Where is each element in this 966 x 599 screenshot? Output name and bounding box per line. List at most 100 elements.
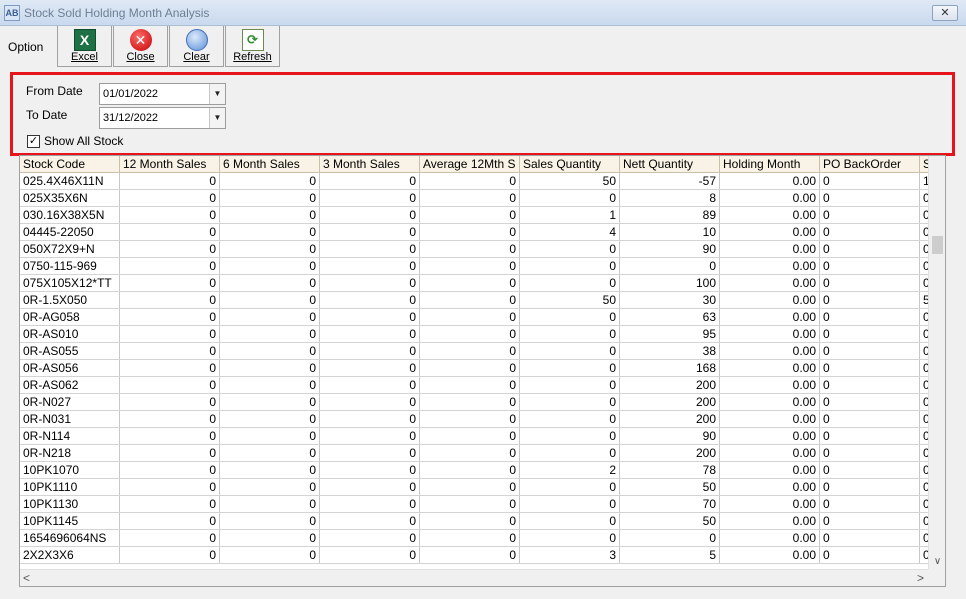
table-cell[interactable]: 0 bbox=[420, 326, 520, 342]
table-cell[interactable]: 0 bbox=[620, 530, 720, 546]
table-cell[interactable]: 100 bbox=[620, 275, 720, 291]
table-cell[interactable]: 0 bbox=[620, 258, 720, 274]
table-row[interactable]: 2X2X3X6 0 0 0 0 3 5 0.00 0 0 bbox=[20, 547, 930, 564]
table-cell[interactable]: 0 bbox=[220, 394, 320, 410]
table-cell[interactable]: 0.00 bbox=[720, 411, 820, 427]
table-cell[interactable]: 0.00 bbox=[720, 394, 820, 410]
table-cell[interactable]: 0 bbox=[520, 479, 620, 495]
table-cell[interactable]: 168 bbox=[620, 360, 720, 376]
table-cell[interactable]: 0 bbox=[320, 513, 420, 529]
table-row[interactable]: 0R-AS010 0 0 0 0 0 95 0.00 0 0 bbox=[20, 326, 930, 343]
table-cell[interactable]: 0 bbox=[120, 173, 220, 189]
table-cell[interactable]: 0R-AS055 bbox=[20, 343, 120, 359]
scroll-down-arrow-icon[interactable]: ∨ bbox=[929, 553, 945, 570]
table-cell[interactable]: 0 bbox=[520, 496, 620, 512]
table-cell[interactable]: 0 bbox=[220, 428, 320, 444]
table-cell[interactable]: 0 bbox=[320, 309, 420, 325]
table-cell[interactable]: 0 bbox=[120, 428, 220, 444]
table-cell[interactable]: 0 bbox=[420, 496, 520, 512]
table-cell[interactable]: 0 bbox=[220, 479, 320, 495]
table-cell[interactable]: 0.00 bbox=[720, 173, 820, 189]
table-cell[interactable]: 0.00 bbox=[720, 377, 820, 393]
table-cell[interactable]: 0 bbox=[320, 190, 420, 206]
table-row[interactable]: 0R-AG058 0 0 0 0 0 63 0.00 0 0 bbox=[20, 309, 930, 326]
table-cell[interactable]: 0 bbox=[820, 428, 920, 444]
column-header[interactable]: 12 Month Sales bbox=[120, 156, 220, 173]
table-cell[interactable]: 0 bbox=[520, 530, 620, 546]
table-cell[interactable]: 04445-22050 bbox=[20, 224, 120, 240]
table-cell[interactable]: 0 bbox=[120, 241, 220, 257]
table-cell[interactable]: 50 bbox=[520, 292, 620, 308]
table-cell[interactable]: 025.4X46X11N bbox=[20, 173, 120, 189]
table-cell[interactable]: 0 bbox=[520, 513, 620, 529]
table-cell[interactable]: 0 bbox=[120, 190, 220, 206]
table-row[interactable]: 075X105X12*TT 0 0 0 0 0 100 0.00 0 0 bbox=[20, 275, 930, 292]
table-row[interactable]: 0R-1.5X050 0 0 0 0 50 30 0.00 0 5 bbox=[20, 292, 930, 309]
table-cell[interactable]: 0 bbox=[820, 513, 920, 529]
table-cell[interactable]: 0 bbox=[520, 377, 620, 393]
table-cell[interactable]: 0 bbox=[320, 207, 420, 223]
table-cell[interactable]: 8 bbox=[620, 190, 720, 206]
table-cell[interactable]: 0 bbox=[220, 241, 320, 257]
table-row[interactable]: 0R-N031 0 0 0 0 0 200 0.00 0 0 bbox=[20, 411, 930, 428]
table-row[interactable]: 030.16X38X5N 0 0 0 0 1 89 0.00 0 0 bbox=[20, 207, 930, 224]
table-cell[interactable]: 0 bbox=[120, 445, 220, 461]
table-cell[interactable]: 0 bbox=[320, 530, 420, 546]
table-cell[interactable]: 0 bbox=[520, 326, 620, 342]
column-header[interactable]: 3 Month Sales bbox=[320, 156, 420, 173]
table-cell[interactable]: 0R-N031 bbox=[20, 411, 120, 427]
table-cell[interactable]: 0 bbox=[420, 309, 520, 325]
table-cell[interactable]: 0 bbox=[120, 292, 220, 308]
table-cell[interactable]: 0 bbox=[820, 241, 920, 257]
table-cell[interactable]: 0 bbox=[820, 479, 920, 495]
table-cell[interactable]: 0 bbox=[420, 445, 520, 461]
table-cell[interactable]: 0 bbox=[820, 309, 920, 325]
table-row[interactable]: 0R-N218 0 0 0 0 0 200 0.00 0 0 bbox=[20, 445, 930, 462]
table-cell[interactable]: 0.00 bbox=[720, 241, 820, 257]
table-cell[interactable]: 0 bbox=[120, 360, 220, 376]
table-cell[interactable]: 0 bbox=[220, 173, 320, 189]
table-row[interactable]: 04445-22050 0 0 0 0 4 10 0.00 0 0 bbox=[20, 224, 930, 241]
table-cell[interactable]: 2X2X3X6 bbox=[20, 547, 120, 563]
table-cell[interactable]: 0 bbox=[220, 224, 320, 240]
table-cell[interactable]: 0 bbox=[520, 190, 620, 206]
table-cell[interactable]: 0 bbox=[820, 326, 920, 342]
table-cell[interactable]: 0 bbox=[120, 258, 220, 274]
table-cell[interactable]: 0 bbox=[220, 513, 320, 529]
column-header[interactable]: Average 12Mth S bbox=[420, 156, 520, 173]
table-cell[interactable]: 0 bbox=[520, 275, 620, 291]
table-cell[interactable]: 0.00 bbox=[720, 496, 820, 512]
table-row[interactable]: 10PK1110 0 0 0 0 0 50 0.00 0 0 bbox=[20, 479, 930, 496]
column-header[interactable]: Stock Code bbox=[20, 156, 120, 173]
table-cell[interactable]: 0 bbox=[320, 326, 420, 342]
table-cell[interactable]: 0 bbox=[520, 394, 620, 410]
table-row[interactable]: 0R-AS056 0 0 0 0 0 168 0.00 0 0 bbox=[20, 360, 930, 377]
table-cell[interactable]: 0 bbox=[220, 377, 320, 393]
table-cell[interactable]: 0.00 bbox=[720, 360, 820, 376]
table-cell[interactable]: 0 bbox=[120, 309, 220, 325]
table-cell[interactable]: 0 bbox=[820, 224, 920, 240]
table-cell[interactable]: 0 bbox=[420, 207, 520, 223]
table-cell[interactable]: 0 bbox=[820, 411, 920, 427]
table-cell[interactable]: 0.00 bbox=[720, 428, 820, 444]
table-cell[interactable]: 050X72X9+N bbox=[20, 241, 120, 257]
stock-grid[interactable]: Stock Code 12 Month Sales 6 Month Sales 3 M… bbox=[19, 155, 946, 587]
table-cell[interactable]: 0R-AS062 bbox=[20, 377, 120, 393]
table-row[interactable]: 0R-N027 0 0 0 0 0 200 0.00 0 0 bbox=[20, 394, 930, 411]
table-cell[interactable]: 0 bbox=[120, 479, 220, 495]
table-cell[interactable]: 0 bbox=[420, 530, 520, 546]
table-cell[interactable]: 0 bbox=[820, 258, 920, 274]
table-cell[interactable]: 0 bbox=[420, 479, 520, 495]
table-cell[interactable]: 0 bbox=[220, 309, 320, 325]
table-row[interactable]: 025.4X46X11N 0 0 0 0 50 -57 0.00 0 1 bbox=[20, 173, 930, 190]
table-cell[interactable]: 0 bbox=[320, 173, 420, 189]
table-cell[interactable]: 0 bbox=[220, 445, 320, 461]
table-cell[interactable]: 0.00 bbox=[720, 326, 820, 342]
table-cell[interactable]: 0 bbox=[420, 241, 520, 257]
table-cell[interactable]: 0 bbox=[220, 496, 320, 512]
table-cell[interactable]: 0.00 bbox=[720, 258, 820, 274]
table-row[interactable]: 10PK1070 0 0 0 0 2 78 0.00 0 0 bbox=[20, 462, 930, 479]
table-cell[interactable]: 0R-AS056 bbox=[20, 360, 120, 376]
table-cell[interactable]: 0 bbox=[420, 547, 520, 563]
table-cell[interactable]: 0.00 bbox=[720, 190, 820, 206]
